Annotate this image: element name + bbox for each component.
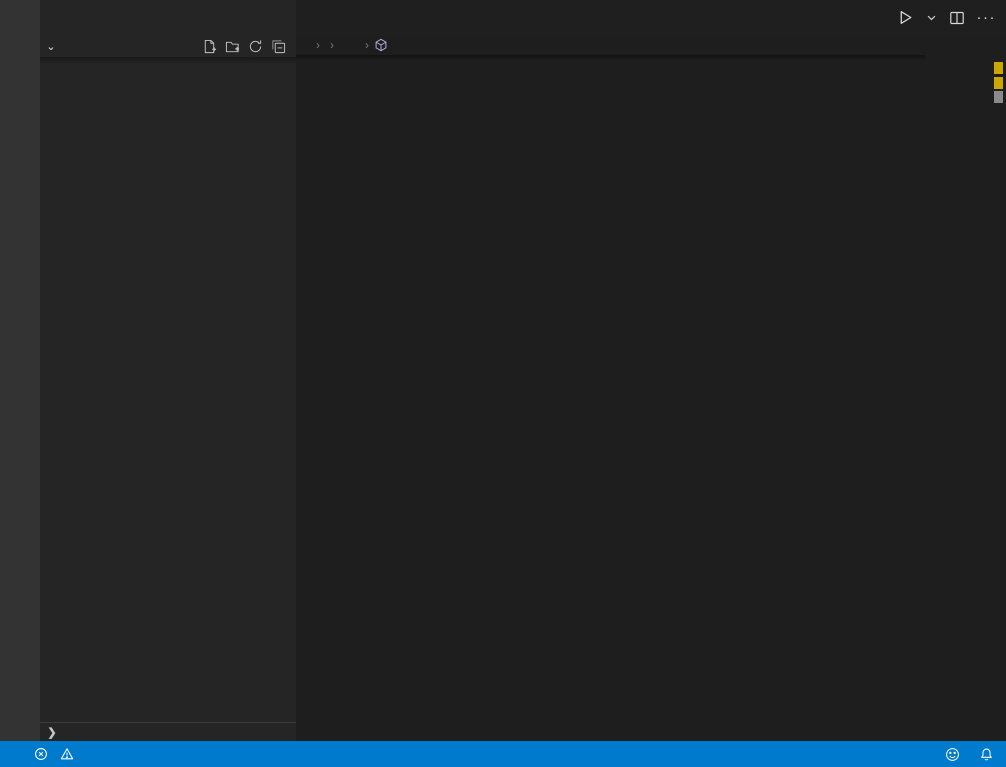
warning-icon [60,747,74,761]
vscode-window: { "colors":{"accent":"#007acc","modified… [0,0,1006,767]
breadcrumb-separator: › [316,38,320,52]
warning-marker [994,62,1003,74]
tab-bar: ··· [296,0,1006,35]
minimap[interactable] [925,55,990,741]
chevron-right-icon [44,726,60,739]
new-folder-icon[interactable] [225,39,240,54]
refresh-icon[interactable] [248,39,263,54]
status-bar [0,741,1006,767]
error-icon [34,747,48,761]
scroll-marker [994,91,1003,103]
breadcrumb-separator: › [365,38,369,52]
workspace-section-header[interactable]: ⌄ [40,35,296,57]
collapse-all-icon[interactable] [271,39,286,54]
activity-bar [0,0,40,741]
symbol-namespace-icon [374,38,388,52]
chevron-down-icon: ⌄ [44,40,58,53]
workspace-actions [202,39,294,54]
more-actions-icon[interactable]: ··· [977,9,997,26]
overview-ruler-scrollbar[interactable] [990,55,1006,741]
run-options-chevron-icon[interactable] [926,12,937,23]
problems-indicator[interactable] [34,747,78,761]
new-file-icon[interactable] [202,39,217,54]
status-right [850,747,994,762]
warning-marker [994,77,1003,89]
editor-actions: ··· [887,0,1006,35]
breadcrumb-separator: › [330,38,334,52]
feedback-smiley-icon[interactable] [945,747,960,762]
split-editor-icon[interactable] [949,10,965,26]
file-tree [40,57,296,722]
outline-section-header[interactable] [40,722,296,741]
sidebar-header [40,0,296,35]
code-viewport[interactable] [296,55,1006,741]
explorer-sidebar: ⌄ [40,0,296,741]
editor-group: ··· › › › [296,0,1006,741]
notifications-bell-icon[interactable] [979,747,994,762]
breadcrumb: › › › [296,35,1006,55]
breadcrumb-symbol[interactable] [374,38,392,52]
run-python-file-icon[interactable] [897,9,914,26]
